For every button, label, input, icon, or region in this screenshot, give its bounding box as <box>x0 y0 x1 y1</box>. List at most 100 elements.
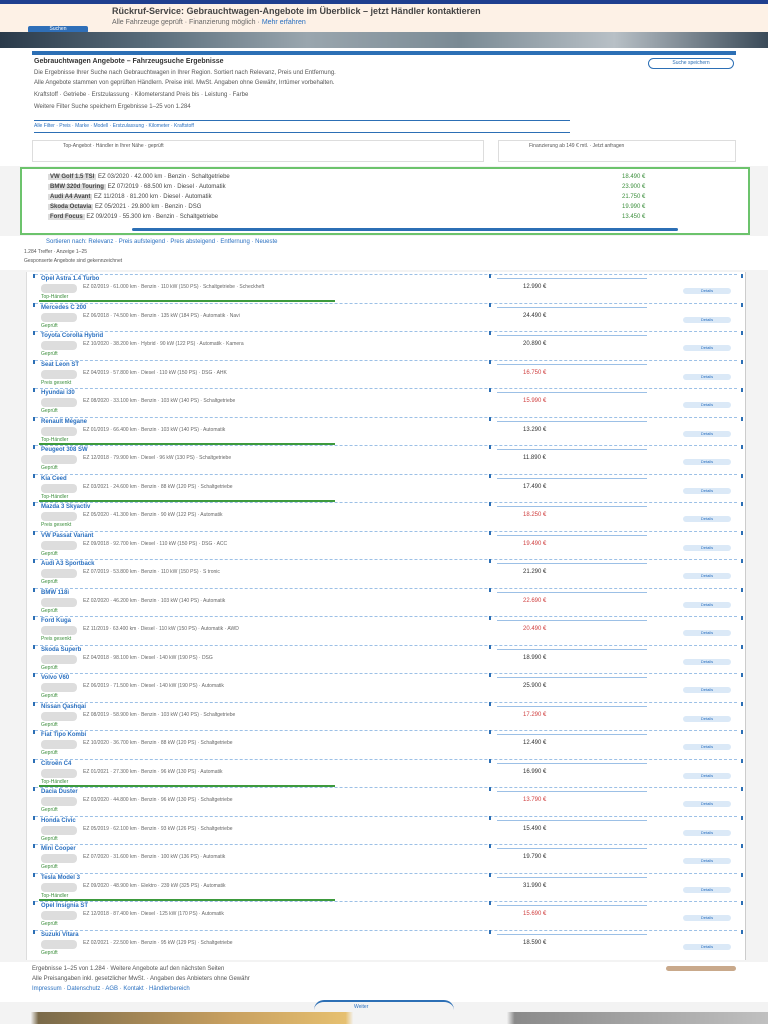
listing-row[interactable]: Dacia Duster EZ 03/2020 · 44.800 km · Ben… <box>27 787 745 815</box>
listing-thumbnail[interactable] <box>41 426 77 436</box>
listing-thumbnail[interactable] <box>41 740 77 749</box>
listing-thumbnail[interactable] <box>41 882 77 892</box>
listing-title[interactable]: BMW 118i <box>41 590 69 596</box>
details-button[interactable]: Details <box>683 915 731 921</box>
listing-row[interactable]: Hyundai i30 EZ 08/2020 · 33.100 km · Benz… <box>27 388 745 416</box>
details-button[interactable]: Details <box>683 943 731 950</box>
listing-thumbnail[interactable] <box>41 683 77 692</box>
listing-title[interactable]: Kia Ceed <box>41 476 67 482</box>
listing-row[interactable]: Ford Kuga EZ 11/2019 · 63.400 km · Diesel… <box>27 616 745 644</box>
featured-scrollbar[interactable] <box>132 228 678 231</box>
listing-row[interactable]: Opel Insignia ST EZ 12/2018 · 87.400 km ·… <box>27 901 745 929</box>
listing-thumbnail[interactable] <box>41 540 77 550</box>
listing-title[interactable]: Mazda 3 Skyactiv <box>41 504 90 510</box>
details-button[interactable]: Details <box>683 601 731 608</box>
listing-row[interactable]: Mazda 3 Skyactiv EZ 05/2020 · 41.300 km ·… <box>27 502 745 530</box>
details-button[interactable]: Details <box>683 402 731 408</box>
next-page-label[interactable]: Weiter <box>354 1004 368 1010</box>
listing-thumbnail[interactable] <box>41 797 77 806</box>
details-button[interactable]: Details <box>683 316 731 323</box>
details-button[interactable]: Details <box>683 487 731 494</box>
listing-thumbnail[interactable] <box>41 626 77 635</box>
listing-row[interactable]: BMW 118i EZ 02/2020 · 46.200 km · Benzin … <box>27 587 745 616</box>
details-button[interactable]: Details <box>683 829 731 836</box>
details-button[interactable]: Details <box>683 886 731 893</box>
details-button[interactable]: Details <box>683 687 731 693</box>
listing-title[interactable]: Peugeot 308 SW <box>41 447 88 453</box>
listing-thumbnail[interactable] <box>41 939 77 949</box>
listing-thumbnail[interactable] <box>41 854 77 863</box>
listing-title[interactable]: Opel Astra 1.4 Turbo <box>41 276 99 282</box>
details-button[interactable]: Details <box>683 288 731 294</box>
listing-row[interactable]: Toyota Corolla Hybrid EZ 10/2020 · 38.200… <box>27 331 745 359</box>
listing-thumbnail[interactable] <box>41 654 77 664</box>
promo-card[interactable]: Finanzierung ab 149 € mtl. · Jetzt anfra… <box>498 140 736 162</box>
listing-thumbnail[interactable] <box>41 569 77 578</box>
listing-row[interactable]: Renault Mégane EZ 01/2019 · 66.400 km · B… <box>27 416 745 445</box>
listing-title[interactable]: Mini Cooper <box>41 846 76 852</box>
listing-title[interactable]: Seat Leon ST <box>41 362 79 368</box>
save-search-button[interactable]: Suche speichern <box>648 58 734 69</box>
listing-title[interactable]: Honda Civic <box>41 818 76 824</box>
details-button[interactable]: Details <box>683 544 731 551</box>
listing-thumbnail[interactable] <box>41 711 77 721</box>
listing-row[interactable]: Volvo V60 EZ 06/2019 · 71.500 km · Diesel… <box>27 673 745 701</box>
listing-title[interactable]: Volvo V60 <box>41 675 69 681</box>
listing-row[interactable]: Audi A3 Sportback EZ 07/2019 · 53.800 km … <box>27 559 745 587</box>
details-button[interactable]: Details <box>683 459 731 465</box>
details-button[interactable]: Details <box>683 430 731 437</box>
details-button[interactable]: Details <box>683 772 731 779</box>
listing-title[interactable]: Fiat Tipo Kombi <box>41 732 86 738</box>
listing-thumbnail[interactable] <box>41 398 77 407</box>
listing-title[interactable]: Dacia Duster <box>41 789 78 795</box>
listing-title[interactable]: Tesla Model 3 <box>41 875 80 881</box>
listing-title[interactable]: VW Passat Variant <box>41 533 93 539</box>
listing-row[interactable]: Citroën C4 EZ 01/2021 · 27.300 km · Benzi… <box>27 758 745 787</box>
listing-title[interactable]: Mercedes C 200 <box>41 305 86 311</box>
listing-thumbnail[interactable] <box>41 341 77 350</box>
details-button[interactable]: Details <box>683 658 731 665</box>
featured-row[interactable]: VW Golf 1.5 TSI EZ 03/2020 · 42.000 km ·… <box>48 174 230 180</box>
listing-title[interactable]: Hyundai i30 <box>41 390 75 396</box>
featured-row[interactable]: Audi A4 Avant EZ 11/2018 · 81.200 km · D… <box>48 194 212 200</box>
featured-row[interactable]: BMW 320d Touring EZ 07/2019 · 68.500 km … <box>48 184 226 190</box>
listing-thumbnail[interactable] <box>41 512 77 521</box>
details-button[interactable]: Details <box>683 573 731 579</box>
details-button[interactable]: Details <box>683 801 731 807</box>
listing-row[interactable]: Seat Leon ST EZ 04/2019 · 57.800 km · Die… <box>27 359 745 388</box>
details-button[interactable]: Details <box>683 630 731 636</box>
listing-row[interactable]: Opel Astra 1.4 Turbo EZ 02/2019 · 61.000 … <box>27 274 745 302</box>
featured-row[interactable]: Ford Focus EZ 09/2019 · 55.300 km · Benz… <box>48 214 218 220</box>
listing-thumbnail[interactable] <box>41 825 77 835</box>
details-button[interactable]: Details <box>683 715 731 722</box>
listing-row[interactable]: Mini Cooper EZ 07/2020 · 31.600 km · Benz… <box>27 844 745 872</box>
listing-thumbnail[interactable] <box>41 455 77 464</box>
listing-title[interactable]: Audi A3 Sportback <box>41 561 94 567</box>
details-button[interactable]: Details <box>683 858 731 864</box>
listing-row[interactable]: Nissan Qashqai EZ 08/2019 · 58.900 km · B… <box>27 701 745 730</box>
details-button[interactable]: Details <box>683 744 731 750</box>
promo-card[interactable]: Top-Angebot · Händler in Ihrer Nähe · ge… <box>32 140 484 162</box>
next-page-button[interactable] <box>314 1000 454 1010</box>
listing-title[interactable]: Nissan Qashqai <box>41 704 86 710</box>
details-button[interactable]: Details <box>683 345 731 351</box>
featured-row[interactable]: Skoda Octavia EZ 05/2021 · 29.800 km · B… <box>48 204 201 210</box>
listing-title[interactable]: Ford Kuga <box>41 618 71 624</box>
listing-row[interactable]: Skoda Superb EZ 04/2018 · 98.100 km · Die… <box>27 644 745 673</box>
listing-row[interactable]: Tesla Model 3 EZ 09/2020 · 48.900 km · El… <box>27 872 745 901</box>
listing-title[interactable]: Toyota Corolla Hybrid <box>41 333 103 339</box>
listing-thumbnail[interactable] <box>41 483 77 493</box>
listing-row[interactable]: Kia Ceed EZ 03/2021 · 24.600 km · Benzin … <box>27 473 745 502</box>
listing-title[interactable]: Renault Mégane <box>41 419 87 425</box>
listing-title[interactable]: Citroën C4 <box>41 761 71 767</box>
listing-thumbnail[interactable] <box>41 312 77 322</box>
listing-row[interactable]: Mercedes C 200 EZ 06/2018 · 74.500 km · B… <box>27 302 745 331</box>
listing-thumbnail[interactable] <box>41 284 77 293</box>
listing-title[interactable]: Opel Insignia ST <box>41 903 88 909</box>
listing-row[interactable]: Fiat Tipo Kombi EZ 10/2020 · 36.700 km · … <box>27 730 745 758</box>
listing-thumbnail[interactable] <box>41 911 77 920</box>
banner-link[interactable]: Mehr erfahren <box>262 19 306 26</box>
filter-links[interactable]: Alle Filter · Preis · Marke · Modell · E… <box>34 123 194 129</box>
details-button[interactable]: Details <box>683 516 731 522</box>
footer-links[interactable]: Impressum · Datenschutz · AGB · Kontakt … <box>32 986 190 992</box>
